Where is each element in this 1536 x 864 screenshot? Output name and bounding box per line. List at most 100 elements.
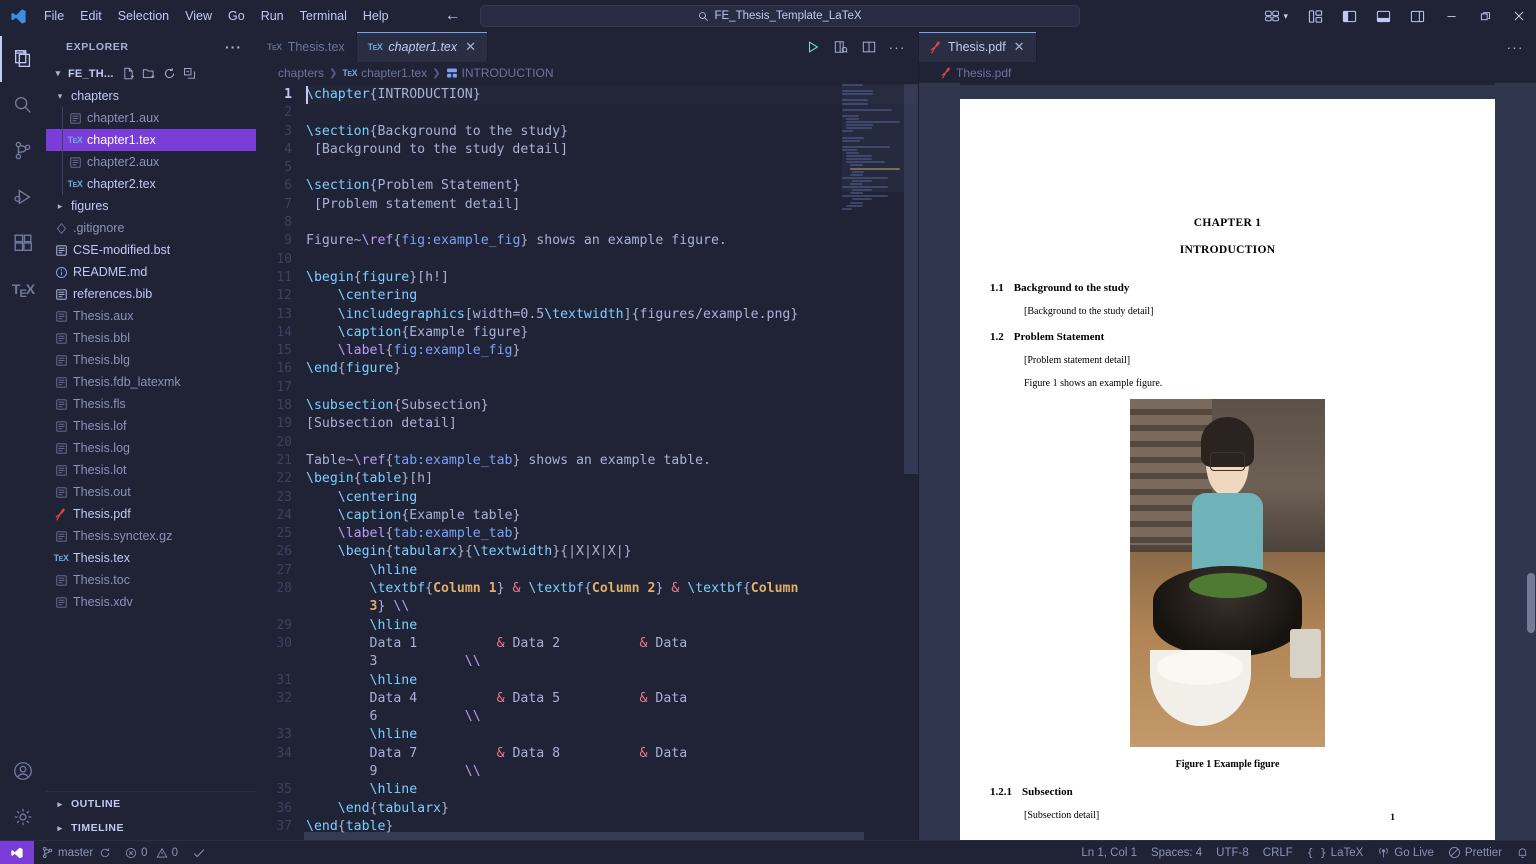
code-line[interactable]: \hline [304, 781, 918, 799]
breadcrumb-item-thesis-pdf[interactable]: Thesis.pdf [941, 66, 1011, 80]
status-branch[interactable]: master [34, 841, 118, 864]
tree-file-README.md[interactable]: README.md [46, 261, 256, 283]
customize-layout-icon[interactable] [1298, 0, 1332, 32]
menu-file[interactable]: File [36, 5, 72, 27]
code-line[interactable]: \textbf{Column 1} & \textbf{Column 2} & … [304, 580, 918, 598]
editor-more-actions-icon[interactable]: ··· [1502, 32, 1528, 62]
sidebar-section-timeline[interactable]: ▸ TIMELINE [46, 816, 256, 840]
tree-file-chapter2.tex[interactable]: TEX chapter2.tex [46, 173, 256, 195]
code-line[interactable]: \hline [304, 726, 918, 744]
code-line[interactable] [304, 379, 918, 397]
toggle-panel-icon[interactable] [1366, 0, 1400, 32]
breadcrumb-item-chapters[interactable]: chapters [278, 66, 324, 80]
build-latex-project-icon[interactable] [800, 32, 826, 62]
menu-run[interactable]: Run [253, 5, 292, 27]
pdf-vertical-scrollbar[interactable] [1526, 83, 1536, 840]
code-line[interactable]: \end{tabularx} [304, 800, 918, 818]
code-content[interactable]: \chapter{INTRODUCTION} \section{Backgroun… [304, 84, 918, 840]
code-line[interactable]: \chapter{INTRODUCTION} [304, 86, 918, 105]
minimap[interactable] [842, 84, 904, 840]
code-line[interactable]: Table~\ref{tab:example_tab} shows an exa… [304, 452, 918, 470]
collapse-all-icon[interactable] [183, 67, 196, 80]
code-line[interactable]: \begin{figure}[h!] [304, 269, 918, 287]
minimap-viewport[interactable] [842, 84, 904, 192]
workspace-root-row[interactable]: ▾ FE_TH... [46, 62, 256, 85]
tab-thesis-pdf[interactable]: Thesis.pdf ✕ [919, 32, 1037, 62]
editor-more-actions-icon[interactable]: ··· [884, 32, 910, 62]
gear-icon[interactable] [0, 794, 46, 840]
tree-file-Thesis.xdv[interactable]: Thesis.xdv [46, 591, 256, 613]
code-line[interactable]: \begin{table}[h] [304, 470, 918, 488]
sidebar-item-explorer[interactable] [0, 36, 46, 82]
status-notifications[interactable] [1509, 841, 1536, 864]
new-file-icon[interactable] [122, 67, 135, 80]
menu-edit[interactable]: Edit [72, 5, 110, 27]
editor-vertical-scrollbar[interactable] [904, 84, 918, 840]
search-input[interactable]: FE_Thesis_Template_LaTeX [480, 5, 1080, 27]
status-indentation[interactable]: Spaces: 4 [1144, 841, 1209, 864]
sidebar-item-search[interactable] [0, 82, 46, 128]
status-language-mode[interactable]: { } LaTeX [1300, 841, 1370, 864]
sidebar-item-extensions[interactable] [0, 220, 46, 266]
tree-file-Thesis.bbl[interactable]: Thesis.bbl [46, 327, 256, 349]
tree-file-Thesis.fdb_latexmk[interactable]: Thesis.fdb_latexmk [46, 371, 256, 393]
tree-file-Thesis.log[interactable]: Thesis.log [46, 437, 256, 459]
pdf-scroll-container[interactable]: CHAPTER 1 INTRODUCTION 1.1 Background to… [919, 83, 1536, 840]
code-line[interactable]: \caption{Example figure} [304, 324, 918, 342]
code-line[interactable]: \includegraphics[width=0.5\textwidth]{fi… [304, 306, 918, 324]
close-icon[interactable]: ✕ [465, 39, 476, 55]
tree-file-Thesis.out[interactable]: Thesis.out [46, 481, 256, 503]
sidebar-item-source-control[interactable] [0, 128, 46, 174]
code-line[interactable]: Data 1 & Data 2 & Data [304, 635, 918, 653]
pdf-viewer[interactable]: CHAPTER 1 INTRODUCTION 1.1 Background to… [919, 83, 1536, 840]
code-line[interactable] [304, 104, 918, 122]
tab-thesis-tex[interactable]: TEX Thesis.tex [256, 32, 357, 62]
status-go-live[interactable]: Go Live [1370, 841, 1441, 864]
arrow-left-icon[interactable]: ← [445, 7, 461, 25]
code-line[interactable]: \hline [304, 562, 918, 580]
status-eol[interactable]: CRLF [1256, 841, 1300, 864]
tab-chapter1-tex[interactable]: TEX chapter1.tex ✕ [356, 32, 489, 62]
code-line[interactable] [304, 434, 918, 452]
view-latex-pdf-icon[interactable] [828, 32, 854, 62]
tree-file-CSE-modified.bst[interactable]: CSE-modified.bst [46, 239, 256, 261]
tree-file-chapter2.aux[interactable]: chapter2.aux [46, 151, 256, 173]
code-line[interactable]: \label{tab:example_tab} [304, 525, 918, 543]
code-line[interactable]: [Subsection detail] [304, 415, 918, 433]
code-line[interactable] [304, 159, 918, 177]
code-line[interactable]: \section{Background to the study} [304, 123, 918, 141]
tree-file-Thesis.blg[interactable]: Thesis.blg [46, 349, 256, 371]
split-editor-icon[interactable] [856, 32, 882, 62]
code-line[interactable] [304, 214, 918, 232]
code-line[interactable]: \end{figure} [304, 360, 918, 378]
breadcrumb-item-chapter1-tex[interactable]: TEX chapter1.tex [342, 66, 427, 80]
menu-selection[interactable]: Selection [110, 5, 177, 27]
menu-terminal[interactable]: Terminal [292, 5, 355, 27]
menu-help[interactable]: Help [355, 5, 397, 27]
status-encoding[interactable]: UTF-8 [1209, 841, 1256, 864]
code-line[interactable]: \caption{Example table} [304, 507, 918, 525]
status-prettier[interactable]: Prettier [1441, 841, 1509, 864]
tree-file-Thesis.pdf[interactable]: Thesis.pdf [46, 503, 256, 525]
status-latex-build[interactable] [185, 841, 213, 864]
code-line-wrapped[interactable]: 3 \\ [304, 653, 918, 671]
new-folder-icon[interactable] [142, 67, 156, 80]
tree-file-Thesis.lot[interactable]: Thesis.lot [46, 459, 256, 481]
sidebar-item-run-and-debug[interactable] [0, 174, 46, 220]
editor-horizontal-scrollbar[interactable] [304, 832, 904, 840]
code-line-wrapped[interactable]: 6 \\ [304, 708, 918, 726]
code-line[interactable]: [Background to the study detail] [304, 141, 918, 159]
tree-folder-chapters[interactable]: ▾ chapters [46, 85, 256, 107]
remote-icon[interactable] [0, 840, 34, 864]
code-line-wrapped[interactable]: 3} \\ [304, 598, 918, 616]
code-line[interactable]: \hline [304, 672, 918, 690]
remote-indicator[interactable]: ▾ [1254, 0, 1298, 32]
sidebar-item-latex-workshop[interactable]: TEX [0, 266, 46, 312]
refresh-icon[interactable] [163, 67, 176, 80]
code-line[interactable]: \subsection{Subsection} [304, 397, 918, 415]
tree-file-Thesis.lof[interactable]: Thesis.lof [46, 415, 256, 437]
code-line[interactable]: \label{fig:example_fig} [304, 342, 918, 360]
window-minimize-button[interactable] [1434, 0, 1468, 32]
close-icon[interactable]: ✕ [1014, 39, 1025, 55]
accounts-icon[interactable] [0, 748, 46, 794]
